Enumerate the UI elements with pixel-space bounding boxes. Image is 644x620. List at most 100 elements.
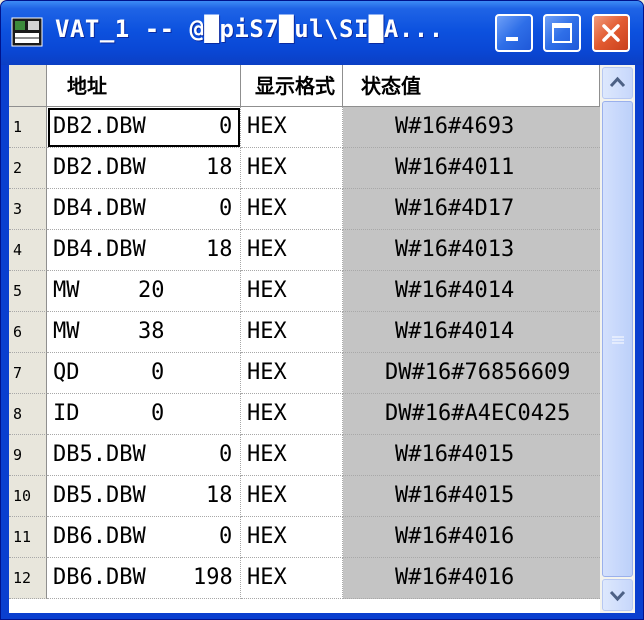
title-bar[interactable]: VAT_1 -- @█piS7█ul\SI█A... bbox=[1, 1, 643, 65]
scroll-up-button[interactable] bbox=[602, 67, 633, 99]
address-operand: ID bbox=[53, 401, 80, 426]
grip-icon bbox=[612, 336, 624, 344]
address-number: 0 bbox=[219, 114, 233, 139]
address-cell[interactable]: ID 0 bbox=[47, 394, 241, 435]
format-cell[interactable]: HEX bbox=[241, 312, 343, 353]
address-cell[interactable]: MW 20 bbox=[47, 271, 241, 312]
address-number: 18 bbox=[206, 237, 233, 262]
status-value-cell: W#16#4D17 bbox=[343, 189, 600, 230]
row-number[interactable]: 1 bbox=[9, 107, 47, 148]
vat-table-icon bbox=[11, 17, 43, 47]
format-cell[interactable]: HEX bbox=[241, 148, 343, 189]
maximize-icon bbox=[552, 23, 572, 43]
scroll-up-arrow-icon bbox=[609, 76, 626, 88]
address-cell[interactable]: DB2.DBW 18 bbox=[47, 148, 241, 189]
format-cell[interactable]: HEX bbox=[241, 476, 343, 517]
row-number[interactable]: 12 bbox=[9, 558, 47, 599]
scrollbar-thumb[interactable] bbox=[602, 101, 633, 577]
table-row: 8 ID 0 HEX DW#16#A4EC0425 bbox=[9, 394, 600, 435]
address-number: 38 bbox=[138, 319, 165, 344]
status-value-cell: W#16#4011 bbox=[343, 148, 600, 189]
column-header-status-value[interactable]: 状态值 bbox=[343, 65, 600, 107]
row-number[interactable]: 2 bbox=[9, 148, 47, 189]
address-number: 20 bbox=[138, 278, 165, 303]
vat-window: VAT_1 -- @█piS7█ul\SI█A... 地址 显示格式 状态值 1… bbox=[0, 0, 644, 620]
row-number[interactable]: 3 bbox=[9, 189, 47, 230]
address-cell[interactable]: DB6.DBW 0 bbox=[47, 517, 241, 558]
row-number[interactable]: 7 bbox=[9, 353, 47, 394]
table-row: 2 DB2.DBW 18 HEX W#16#4011 bbox=[9, 148, 600, 189]
format-cell[interactable]: HEX bbox=[241, 271, 343, 312]
minimize-button[interactable] bbox=[495, 14, 533, 52]
row-number[interactable]: 8 bbox=[9, 394, 47, 435]
format-cell[interactable]: HEX bbox=[241, 558, 343, 599]
status-value-cell: W#16#4013 bbox=[343, 230, 600, 271]
window-title: VAT_1 -- @█piS7█ul\SI█A... bbox=[55, 15, 444, 43]
format-cell[interactable]: HEX bbox=[241, 230, 343, 271]
close-icon bbox=[602, 24, 620, 42]
row-number[interactable]: 5 bbox=[9, 271, 47, 312]
row-number[interactable]: 10 bbox=[9, 476, 47, 517]
status-value-cell: W#16#4693 bbox=[343, 107, 600, 148]
address-number: 0 bbox=[219, 442, 233, 467]
format-cell[interactable]: HEX bbox=[241, 435, 343, 476]
status-value-cell: DW#16#76856609 bbox=[343, 353, 600, 394]
header-corner bbox=[9, 65, 47, 107]
maximize-button[interactable] bbox=[543, 14, 581, 52]
address-operand: DB5.DBW bbox=[53, 442, 146, 467]
row-number[interactable]: 9 bbox=[9, 435, 47, 476]
vertical-scrollbar[interactable] bbox=[600, 65, 635, 613]
minimize-icon bbox=[506, 37, 518, 41]
variable-table: 地址 显示格式 状态值 1 DB2.DBW 0 HEX W#16#4693 2 D… bbox=[9, 65, 635, 613]
column-header-format[interactable]: 显示格式 bbox=[241, 65, 343, 107]
address-operand: QD bbox=[53, 360, 80, 385]
address-number: 198 bbox=[193, 565, 233, 590]
table-row: 4 DB4.DBW 18 HEX W#16#4013 bbox=[9, 230, 600, 271]
address-operand: DB6.DBW bbox=[53, 524, 146, 549]
status-value-cell: W#16#4014 bbox=[343, 271, 600, 312]
close-button[interactable] bbox=[592, 14, 630, 52]
address-number: 0 bbox=[219, 196, 233, 221]
address-number: 0 bbox=[151, 360, 165, 385]
address-cell[interactable]: QD 0 bbox=[47, 353, 241, 394]
address-cell[interactable]: MW 38 bbox=[47, 312, 241, 353]
address-operand: DB5.DBW bbox=[53, 483, 146, 508]
address-operand: DB6.DBW bbox=[53, 565, 146, 590]
table-row: 6 MW 38 HEX W#16#4014 bbox=[9, 312, 600, 353]
address-cell[interactable]: DB6.DBW 198 bbox=[47, 558, 241, 599]
row-number[interactable]: 6 bbox=[9, 312, 47, 353]
address-number: 0 bbox=[151, 401, 165, 426]
address-cell[interactable]: DB5.DBW 0 bbox=[47, 435, 241, 476]
format-cell[interactable]: HEX bbox=[241, 394, 343, 435]
address-cell[interactable]: DB4.DBW 18 bbox=[47, 230, 241, 271]
row-number[interactable]: 4 bbox=[9, 230, 47, 271]
format-cell[interactable]: HEX bbox=[241, 517, 343, 558]
table-row: 12 DB6.DBW 198 HEX W#16#4016 bbox=[9, 558, 600, 599]
address-number: 0 bbox=[219, 524, 233, 549]
address-operand: DB2.DBW bbox=[53, 155, 146, 180]
address-cell[interactable]: DB2.DBW 0 bbox=[47, 107, 241, 148]
column-header-address[interactable]: 地址 bbox=[47, 65, 241, 107]
table-row: 3 DB4.DBW 0 HEX W#16#4D17 bbox=[9, 189, 600, 230]
status-value-cell: W#16#4015 bbox=[343, 435, 600, 476]
row-number[interactable]: 11 bbox=[9, 517, 47, 558]
address-operand: DB4.DBW bbox=[53, 237, 146, 262]
table-row: 9 DB5.DBW 0 HEX W#16#4015 bbox=[9, 435, 600, 476]
table-row: 1 DB2.DBW 0 HEX W#16#4693 bbox=[9, 107, 600, 148]
format-cell[interactable]: HEX bbox=[241, 189, 343, 230]
status-value-cell: W#16#4014 bbox=[343, 312, 600, 353]
table-row: 11 DB6.DBW 0 HEX W#16#4016 bbox=[9, 517, 600, 558]
address-cell[interactable]: DB5.DBW 18 bbox=[47, 476, 241, 517]
status-value-cell: W#16#4015 bbox=[343, 476, 600, 517]
format-cell[interactable]: HEX bbox=[241, 353, 343, 394]
scroll-down-button[interactable] bbox=[602, 579, 633, 611]
address-number: 18 bbox=[206, 483, 233, 508]
address-operand: MW bbox=[53, 278, 80, 303]
format-cell[interactable]: HEX bbox=[241, 107, 343, 148]
scroll-down-arrow-icon bbox=[609, 590, 626, 602]
address-operand: MW bbox=[53, 319, 80, 344]
table-row: 7 QD 0 HEX DW#16#76856609 bbox=[9, 353, 600, 394]
address-cell[interactable]: DB4.DBW 0 bbox=[47, 189, 241, 230]
status-value-cell: W#16#4016 bbox=[343, 517, 600, 558]
table-row: 10 DB5.DBW 18 HEX W#16#4015 bbox=[9, 476, 600, 517]
